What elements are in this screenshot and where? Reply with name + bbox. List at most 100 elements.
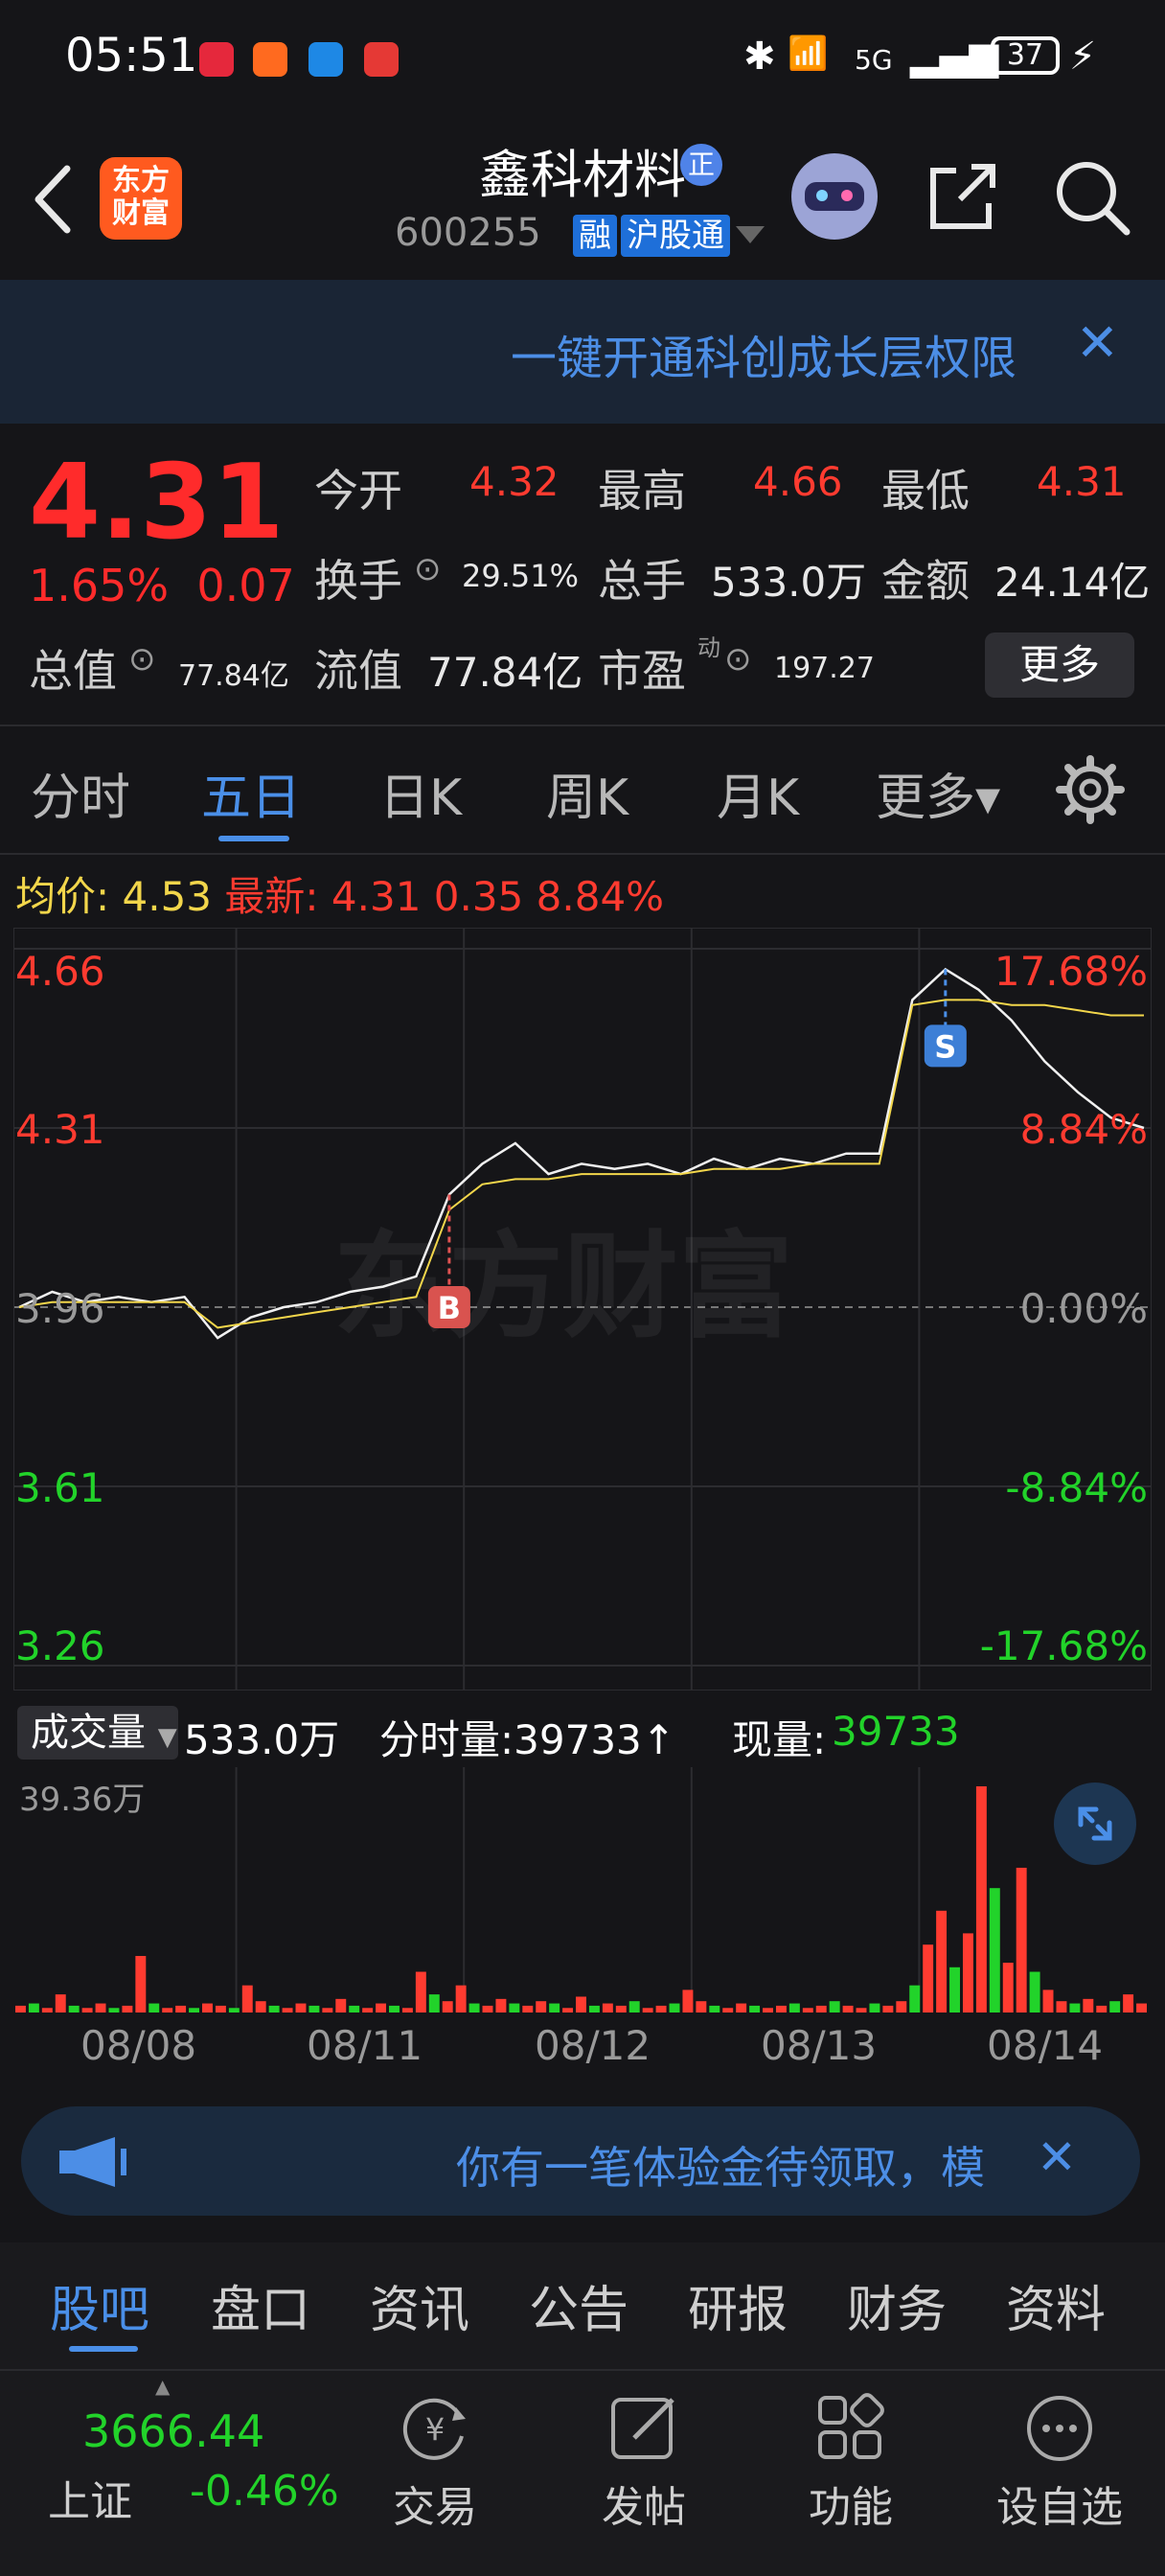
chevron-down-icon[interactable] — [736, 226, 765, 245]
trade-marker-label: B — [438, 1290, 461, 1326]
volume-bar — [536, 2001, 547, 2012]
gear-icon[interactable] — [1054, 753, 1127, 826]
tab-more[interactable]: 更多▾ — [876, 757, 1000, 829]
volume-selector[interactable]: 成交量 ▼ — [17, 1706, 178, 1760]
pe-superscript: 动 — [697, 634, 720, 661]
svg-text:¥: ¥ — [425, 2411, 445, 2448]
volume-chart[interactable] — [13, 1767, 1152, 2012]
volume-bar — [1029, 1971, 1040, 2012]
date-label: 08/12 — [535, 2022, 651, 2069]
volume-bar — [1056, 2001, 1067, 2012]
info-icon[interactable]: ⊙ — [128, 640, 156, 678]
latest-price: 4.31 — [331, 873, 422, 920]
add-watchlist-icon[interactable] — [1021, 2390, 1098, 2467]
nav-trade[interactable]: 交易 — [358, 2472, 512, 2534]
trade-icon[interactable]: ¥ — [397, 2390, 473, 2467]
volume-bar — [135, 1956, 147, 2012]
promo-bar[interactable]: 你有一笔体验金待领取，模 ✕ — [21, 2106, 1140, 2216]
amount-label: 金额 — [881, 555, 970, 607]
float-label: 流值 — [314, 645, 402, 697]
index-value[interactable]: 3666.44 — [82, 2405, 264, 2457]
info-icon[interactable]: ⊙ — [724, 640, 752, 678]
banner-text[interactable]: 一键开通科创成长层权限 — [511, 320, 1017, 387]
volume-bar — [389, 2005, 400, 2012]
network-label: 5G — [855, 44, 893, 76]
bluetooth-icon: ✱ — [743, 34, 776, 79]
volume-bar — [495, 1998, 507, 2012]
avg-value: 4.53 — [122, 873, 213, 920]
volume-bar — [975, 1786, 987, 2012]
tab-announcements[interactable]: 公告 — [529, 2269, 628, 2341]
tab-monthly-k[interactable]: 月K — [717, 757, 799, 829]
volume-bar — [175, 2005, 187, 2012]
low-label: 最低 — [881, 465, 970, 517]
volume-bar — [682, 1990, 694, 2012]
expand-icon[interactable] — [1054, 1782, 1136, 1865]
volume-bar — [255, 2001, 266, 2012]
date-label: 08/11 — [307, 2022, 423, 2069]
tab-forum[interactable]: 股吧 — [50, 2269, 149, 2341]
volume-bar — [468, 2003, 480, 2012]
notification-icon — [253, 42, 287, 77]
volume-selector-label[interactable]: 成交量 — [31, 1711, 146, 1755]
promo-banner[interactable]: 一键开通科创成长层权限 ✕ — [0, 280, 1165, 424]
tab-five-day[interactable]: 五日 — [201, 757, 301, 829]
assistant-avatar[interactable] — [791, 153, 878, 240]
nav-functions[interactable]: 功能 — [774, 2472, 927, 2534]
volume-bar — [949, 1966, 960, 2012]
wifi-icon: 📶 — [788, 34, 829, 73]
volume-bar — [576, 1996, 586, 2012]
volume-bar — [642, 2008, 653, 2012]
volume-bar — [215, 2005, 226, 2012]
open-value: 4.32 — [469, 458, 560, 505]
volume-bar — [615, 2005, 627, 2012]
close-icon[interactable]: ✕ — [1037, 2129, 1077, 2185]
latest-change: 0.35 — [433, 873, 524, 920]
price-change: 1.65% 0.07 — [29, 560, 295, 611]
tab-research[interactable]: 研报 — [688, 2269, 788, 2341]
nav-post[interactable]: 发帖 — [567, 2472, 720, 2534]
notification-icon — [199, 42, 234, 77]
close-icon[interactable]: ✕ — [1076, 312, 1119, 373]
chevron-down-icon: ▼ — [157, 1723, 177, 1752]
five-day-price-chart[interactable]: 东方财富B S 4.66 4.31 3.96 3.61 3.26 17.68% 8.84% 0.0… — [13, 928, 1152, 1690]
tab-daily-k[interactable]: 日K — [379, 757, 462, 829]
more-button[interactable]: 更多 — [985, 632, 1134, 698]
share-icon[interactable] — [925, 159, 1000, 234]
search-icon[interactable] — [1052, 157, 1132, 238]
tab-weekly-k[interactable]: 周K — [546, 757, 628, 829]
tab-order-book[interactable]: 盘口 — [211, 2269, 310, 2341]
y-pct-tick-label: 8.84% — [1020, 1106, 1148, 1153]
volume-bar — [68, 2005, 80, 2012]
volume-bar — [189, 2008, 200, 2012]
index-change[interactable]: -0.46% — [190, 2467, 339, 2516]
index-name[interactable]: 上证 — [48, 2467, 132, 2528]
tab-intraday[interactable]: 分时 — [31, 757, 130, 829]
tab-profile[interactable]: 资料 — [1006, 2269, 1106, 2341]
tab-finance[interactable]: 财务 — [847, 2269, 947, 2341]
volume-bar — [282, 2008, 293, 2012]
tab-news[interactable]: 资讯 — [370, 2269, 469, 2341]
promo-text[interactable]: 你有一笔体验金待领取，模 — [456, 2133, 985, 2196]
volume-bar — [696, 2001, 707, 2012]
volume-bar — [28, 2003, 39, 2012]
pe-value: 197.27 — [774, 652, 875, 685]
y-tick-label: 3.26 — [15, 1622, 105, 1669]
pe-label: 市盈 — [598, 645, 686, 697]
volume-bar — [588, 2005, 600, 2012]
volume-total: 533.0万 — [184, 1716, 340, 1763]
volume-bar — [148, 2003, 160, 2012]
volume-bar — [122, 2005, 133, 2012]
status-time: 05:51 — [65, 29, 198, 82]
info-icon[interactable]: ⊙ — [414, 550, 442, 588]
functions-icon[interactable] — [812, 2390, 889, 2467]
date-label: 08/13 — [761, 2022, 878, 2069]
chevron-up-icon[interactable]: ▲ — [155, 2375, 170, 2398]
volume-bar — [829, 2001, 840, 2012]
volume-bar — [842, 2005, 854, 2012]
volume-bar — [81, 2008, 93, 2012]
volume-bar — [162, 2008, 173, 2012]
verified-badge: 正 — [680, 144, 722, 186]
nav-add-watchlist[interactable]: 设自选 — [983, 2472, 1136, 2534]
post-icon[interactable] — [605, 2390, 682, 2467]
